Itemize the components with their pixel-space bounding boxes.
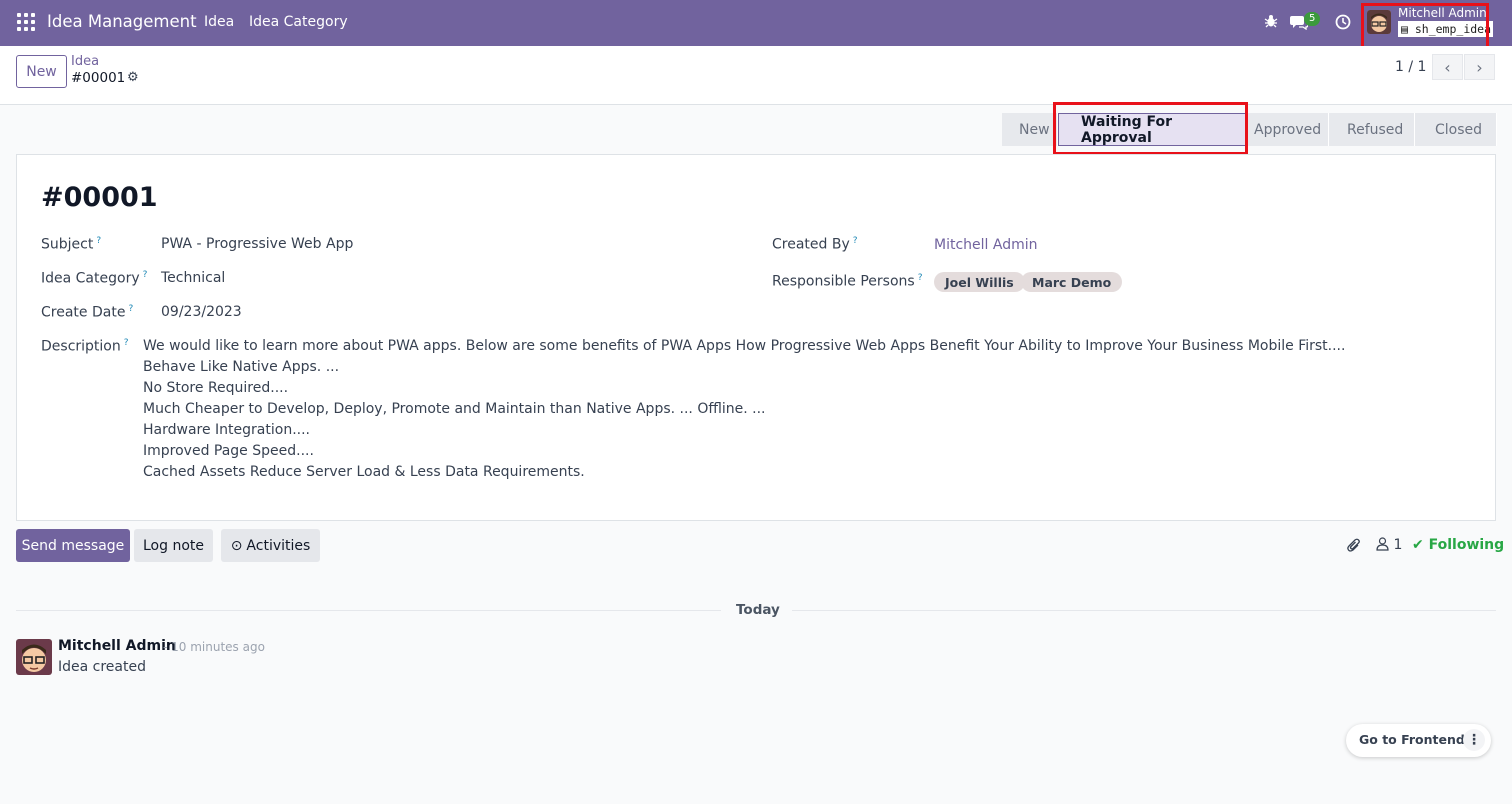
message-author-avatar[interactable] [16, 639, 52, 675]
message-date: - 10 minutes ago [163, 640, 265, 654]
paperclip-icon[interactable] [1346, 537, 1362, 557]
description-line[interactable]: We would like to learn more about PWA ap… [143, 338, 1345, 354]
followers-count: 1 [1393, 537, 1403, 553]
message-body: Idea created [58, 659, 146, 675]
description-line[interactable]: Behave Like Native Apps. ... [143, 359, 339, 375]
menu-idea[interactable]: Idea [204, 14, 234, 30]
apps-menu-icon[interactable] [17, 13, 35, 31]
created-by-link[interactable]: Mitchell Admin [934, 237, 1038, 253]
following-button[interactable]: ✔ Following [1412, 537, 1504, 553]
kebab-menu-icon[interactable]: ⋮ [1463, 729, 1485, 751]
clock-icon: ⊙ [230, 537, 243, 554]
form-sheet: #00001 Subject? PWA - Progressive Web Ap… [16, 154, 1496, 521]
chevron-left-icon: ‹ [1444, 57, 1451, 77]
record-title: #00001 [41, 182, 158, 213]
app-brand[interactable]: Idea Management [47, 12, 197, 31]
stage-closed[interactable]: Closed [1415, 113, 1497, 146]
go-to-frontend-button[interactable]: Go to Frontend [1359, 732, 1465, 747]
gear-icon[interactable]: ⚙ [127, 70, 139, 85]
breadcrumb-current: #00001 [71, 70, 126, 86]
create-date-label: Create Date? [41, 304, 134, 321]
description-line[interactable]: Improved Page Speed.... [143, 443, 314, 459]
stage-refused[interactable]: Refused [1329, 113, 1415, 146]
breadcrumb-parent[interactable]: Idea [71, 54, 99, 69]
responsible-tag-joel[interactable]: Joel Willis [934, 272, 1025, 292]
top-navbar: Idea Management Idea Idea Category 5 Mit… [0, 0, 1512, 46]
stage-approved[interactable]: Approved [1246, 113, 1329, 146]
date-divider-right [792, 610, 1496, 611]
new-record-button[interactable]: New [16, 55, 67, 88]
user-avatar[interactable] [1367, 10, 1391, 34]
user-name[interactable]: Mitchell Admin [1398, 6, 1487, 20]
pager-value[interactable]: 1 / 1 [1395, 59, 1426, 75]
control-panel: New Idea #00001 ⚙ 1 / 1 ‹ › [0, 46, 1512, 105]
activity-clock-icon[interactable] [1335, 14, 1351, 34]
chevron-right-icon: › [1476, 57, 1483, 77]
send-message-button[interactable]: Send message [16, 529, 130, 562]
description-line[interactable]: No Store Required.... [143, 380, 288, 396]
idea-category-label: Idea Category? [41, 270, 148, 287]
subject-label: Subject? [41, 236, 102, 253]
description-line[interactable]: Hardware Integration.... [143, 422, 310, 438]
user-icon [1376, 537, 1393, 553]
stage-waiting-for-approval[interactable]: Waiting For Approval [1058, 113, 1246, 146]
date-divider-left [16, 610, 721, 611]
idea-category-field[interactable]: Technical [161, 270, 225, 286]
pager-next-button[interactable]: › [1464, 54, 1495, 80]
frontend-pill: Go to Frontend ⋮ [1346, 724, 1491, 757]
following-label: Following [1428, 537, 1505, 553]
subject-field[interactable]: PWA - Progressive Web App [161, 236, 353, 252]
database-name: ▤ sh_emp_idea [1398, 21, 1493, 37]
database-label: sh_emp_idea [1414, 22, 1492, 36]
menu-idea-category[interactable]: Idea Category [249, 14, 348, 30]
activities-button[interactable]: ⊙ Activities [221, 529, 320, 562]
pager-previous-button[interactable]: ‹ [1432, 54, 1463, 80]
responsible-persons-label: Responsible Persons? [772, 273, 923, 290]
description-line[interactable]: Cached Assets Reduce Server Load & Less … [143, 464, 585, 480]
debug-bug-icon[interactable] [1264, 14, 1278, 32]
create-date-field[interactable]: 09/23/2023 [161, 304, 242, 320]
description-line[interactable]: Much Cheaper to Develop, Deploy, Promote… [143, 401, 766, 417]
description-label: Description? [41, 338, 129, 355]
created-by-label: Created By? [772, 236, 858, 253]
message-author[interactable]: Mitchell Admin [58, 638, 176, 654]
followers-button[interactable]: 1 [1376, 537, 1402, 553]
activities-label: Activities [246, 537, 311, 554]
log-note-button[interactable]: Log note [134, 529, 213, 562]
check-icon: ✔ [1412, 537, 1429, 553]
messages-count-badge: 5 [1304, 12, 1321, 26]
stage-new[interactable]: New [1002, 113, 1058, 146]
responsible-tag-marc[interactable]: Marc Demo [1021, 272, 1123, 292]
database-icon: ▤ [1401, 22, 1415, 36]
date-separator: Today [736, 602, 780, 618]
stage-statusbar: New Waiting For Approval Approved Refuse… [1002, 113, 1497, 146]
